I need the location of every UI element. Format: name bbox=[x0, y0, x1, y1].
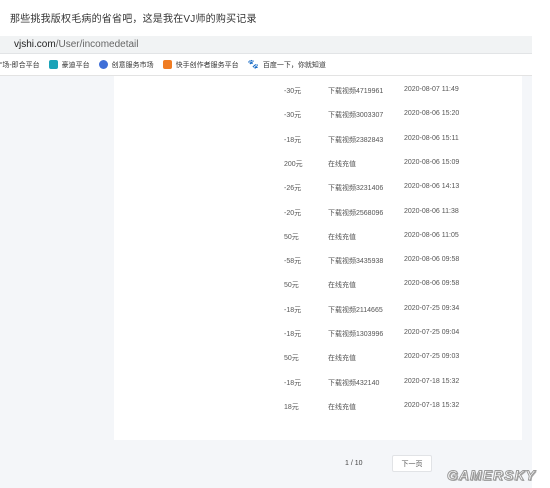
record-description: 下载视频2382843 bbox=[328, 136, 384, 144]
record-amount: 50元 bbox=[284, 233, 299, 241]
record-date: 2020-08-06 15:11 bbox=[404, 134, 459, 142]
record-amount: -26元 bbox=[284, 185, 302, 193]
paw-icon: 🐾 bbox=[247, 59, 259, 69]
record-amount: 18元 bbox=[284, 403, 299, 411]
record-amount: -58元 bbox=[284, 258, 302, 266]
bookmark-label: 快手创作者服务平台 bbox=[175, 61, 239, 69]
site-circle-icon bbox=[98, 60, 108, 69]
record-date: 2020-07-25 09:34 bbox=[404, 304, 460, 312]
record-date: 2020-08-06 15:09 bbox=[404, 158, 460, 166]
record-description: 下载视频2114665 bbox=[328, 306, 383, 314]
bookmark-item[interactable]: 🐾 百度一下，你就知道 bbox=[248, 60, 326, 70]
record-amount: 50元 bbox=[284, 282, 299, 290]
record-date: 2020-07-25 09:03 bbox=[404, 353, 460, 361]
record-row: 200元 在线充值 2020-08-06 15:09 bbox=[114, 159, 522, 173]
record-date: 2020-07-18 15:32 bbox=[404, 401, 460, 409]
record-description: 下载视频3435938 bbox=[328, 258, 384, 266]
record-row: 50元 在线充值 2020-08-06 09:58 bbox=[114, 280, 522, 294]
record-description: 下载视频1303996 bbox=[328, 331, 384, 338]
record-row: -30元 下载视频4719961 2020-08-07 11:49 bbox=[114, 86, 522, 100]
record-row: -58元 下载视频3435938 2020-08-06 09:58 bbox=[114, 256, 522, 270]
site-square-icon bbox=[162, 60, 172, 69]
bookmark-item[interactable]: 快手创作者服务平台 bbox=[162, 60, 239, 70]
record-row: -18元 下载视频2114665 2020-07-25 09:34 bbox=[114, 305, 522, 319]
bookmark-item[interactable]: “场-即合平台 bbox=[0, 60, 40, 70]
record-description: 下载视频432140 bbox=[328, 379, 380, 387]
url-host: vjshi.com bbox=[14, 39, 56, 50]
record-amount: -18元 bbox=[284, 331, 302, 338]
bookmark-label: 创意服务市场 bbox=[111, 61, 154, 69]
next-page-button[interactable]: 下一页 bbox=[392, 455, 432, 472]
url-text[interactable]: vjshi.com/User/incomedetail bbox=[14, 39, 139, 50]
record-date: 2020-08-06 15:20 bbox=[404, 110, 460, 118]
record-date: 2020-08-06 09:58 bbox=[404, 256, 460, 264]
record-amount: 50元 bbox=[284, 355, 299, 363]
record-amount: -20元 bbox=[284, 209, 302, 217]
bookmark-item[interactable]: 豪迪平台 bbox=[48, 60, 90, 70]
record-description: 在线充值 bbox=[328, 403, 356, 411]
record-description: 在线充值 bbox=[328, 282, 356, 290]
record-date: 2020-08-06 11:38 bbox=[404, 207, 459, 215]
record-date: 2020-08-07 11:49 bbox=[404, 86, 459, 93]
browser-window: vjshi.com/User/incomedetail “场-即合平台 豪迪平台… bbox=[0, 36, 532, 488]
record-description: 在线充值 bbox=[328, 355, 356, 363]
record-row: -30元 下载视频3003307 2020-08-06 15:20 bbox=[114, 110, 522, 124]
record-description: 在线充值 bbox=[328, 160, 356, 168]
bookmark-item[interactable]: 创意服务市场 bbox=[98, 60, 154, 70]
record-description: 下载视频3231406 bbox=[328, 185, 384, 193]
record-date: 2020-07-18 15:32 bbox=[404, 377, 460, 385]
record-row: -18元 下载视频1303996 2020-07-25 09:04 bbox=[114, 329, 522, 343]
record-row: 50元 在线充值 2020-08-06 11:05 bbox=[114, 232, 522, 246]
record-date: 2020-08-06 09:58 bbox=[404, 280, 460, 288]
bookmark-label: 百度一下，你就知道 bbox=[262, 61, 326, 69]
record-row: -26元 下载视频3231406 2020-08-06 14:13 bbox=[114, 183, 522, 197]
bookmark-label: “场-即合平台 bbox=[0, 61, 40, 69]
url-path: /User/incomedetail bbox=[55, 39, 139, 50]
record-row: -18元 下载视频432140 2020-07-18 15:32 bbox=[114, 378, 522, 392]
record-description: 下载视频3003307 bbox=[328, 112, 384, 120]
record-row: 18元 在线充值 2020-07-18 15:32 bbox=[114, 402, 522, 416]
page-indicator: 1 / 10 bbox=[345, 460, 363, 467]
watermark-logo: GAMERSKY bbox=[447, 467, 536, 484]
record-amount: 200元 bbox=[284, 160, 303, 168]
record-description: 在线充值 bbox=[328, 233, 356, 241]
record-date: 2020-08-06 11:05 bbox=[404, 231, 459, 239]
record-description: 下载视频4719961 bbox=[328, 88, 384, 95]
bookmarks-bar: “场-即合平台 豪迪平台 创意服务市场 快手创作者服务平台 🐾 百度一下，你就知… bbox=[0, 54, 532, 76]
record-amount: -18元 bbox=[284, 306, 302, 314]
bookmark-label: 豪迪平台 bbox=[61, 61, 90, 69]
record-amount: -30元 bbox=[284, 112, 302, 120]
site-square-icon bbox=[48, 60, 58, 69]
record-amount: -18元 bbox=[284, 136, 302, 144]
record-description: 下载视频2568096 bbox=[328, 209, 384, 217]
record-amount: -18元 bbox=[284, 379, 302, 387]
address-bar[interactable]: vjshi.com/User/incomedetail bbox=[0, 36, 532, 54]
record-date: 2020-08-06 14:13 bbox=[404, 183, 460, 191]
record-date: 2020-07-25 09:04 bbox=[404, 329, 460, 336]
record-row: 50元 在线充值 2020-07-25 09:03 bbox=[114, 353, 522, 367]
caption-text: 那些挑我版权毛病的省省吧，这是我在VJ师的购买记录 bbox=[10, 14, 257, 25]
record-row: -20元 下载视频2568096 2020-08-06 11:38 bbox=[114, 208, 522, 222]
records-panel: -30元 下载视频4719961 2020-08-07 11:49 -30元 下载视频3… bbox=[114, 76, 522, 440]
record-row: -18元 下载视频2382843 2020-08-06 15:11 bbox=[114, 135, 522, 149]
record-amount: -30元 bbox=[284, 88, 302, 95]
